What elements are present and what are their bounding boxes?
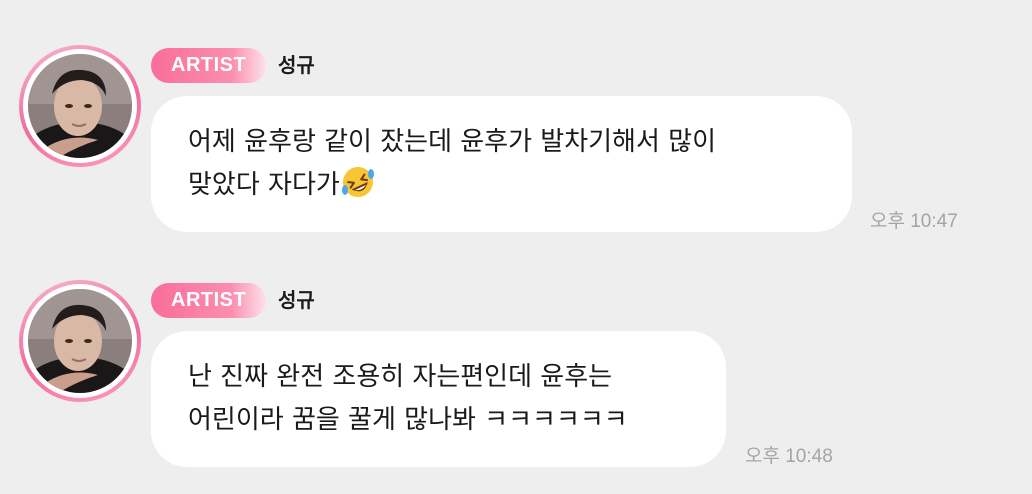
message-text-line-2: 맞았다 자다가 xyxy=(188,164,822,207)
avatar[interactable] xyxy=(19,280,141,402)
rolling-on-the-floor-laughing-emoji-icon xyxy=(340,164,376,200)
sender-name: 성규 xyxy=(278,288,315,312)
avatar[interactable] xyxy=(19,45,141,167)
avatar-photo xyxy=(28,289,132,393)
message-text-line: 난 진짜 완전 조용히 자는편인데 윤후는 xyxy=(188,362,613,392)
message-text-line: 어제 윤후랑 같이 잤는데 윤후가 발차기해서 많이 xyxy=(188,127,716,157)
message-bubble[interactable]: 어제 윤후랑 같이 잤는데 윤후가 발차기해서 많이 맞았다 자다가 xyxy=(151,96,852,232)
artist-badge: ARTIST xyxy=(151,283,267,318)
message-timestamp: 오후 10:48 xyxy=(745,446,833,467)
sender-name: 성규 xyxy=(278,53,315,77)
message-timestamp: 오후 10:47 xyxy=(870,211,958,232)
message-text: 맞았다 자다가 xyxy=(188,170,340,200)
message-text-line-2: 어린이라 꿈을 꿀게 많나봐 ㅋㅋㅋㅋㅋㅋ xyxy=(188,405,628,435)
message-bubble[interactable]: 난 진짜 완전 조용히 자는편인데 윤후는 어린이라 꿈을 꿀게 많나봐 ㅋㅋㅋ… xyxy=(151,331,726,467)
artist-badge: ARTIST xyxy=(151,48,267,83)
avatar-photo xyxy=(28,54,132,158)
